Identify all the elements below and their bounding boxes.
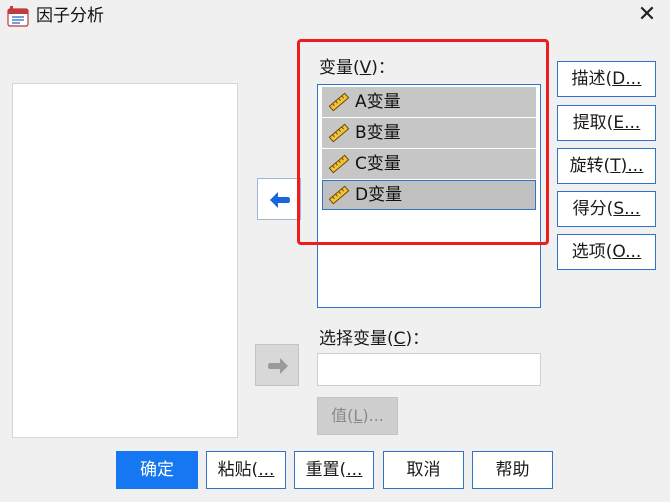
value-button[interactable]: 值(L)...: [317, 397, 398, 435]
cancel-button[interactable]: 取消: [383, 451, 464, 489]
scores-button[interactable]: 得分(S...: [557, 191, 656, 227]
move-to-selection-button[interactable]: [255, 344, 299, 386]
ok-button[interactable]: 确定: [116, 451, 198, 489]
app-icon: [7, 6, 29, 28]
rotation-button[interactable]: 旋转(T)...: [557, 148, 656, 184]
move-to-source-button[interactable]: [257, 178, 301, 220]
paste-button[interactable]: 粘贴(...: [206, 451, 286, 489]
close-icon[interactable]: ✕: [636, 2, 658, 28]
extraction-button[interactable]: 提取(E...: [557, 105, 656, 141]
selection-variable-field[interactable]: [317, 353, 541, 386]
descriptives-button[interactable]: 描述(D...: [557, 61, 656, 97]
selection-variable-label: 选择变量(C)：: [319, 329, 430, 349]
highlight-box: [297, 39, 549, 245]
window-title: 因子分析: [36, 6, 104, 26]
reset-button[interactable]: 重置(...: [294, 451, 374, 489]
help-button[interactable]: 帮助: [472, 451, 553, 489]
arrow-right-icon: [268, 358, 288, 374]
options-button[interactable]: 选项(O...: [557, 234, 656, 270]
source-variable-list[interactable]: [12, 83, 238, 438]
arrow-left-icon: [270, 192, 290, 208]
